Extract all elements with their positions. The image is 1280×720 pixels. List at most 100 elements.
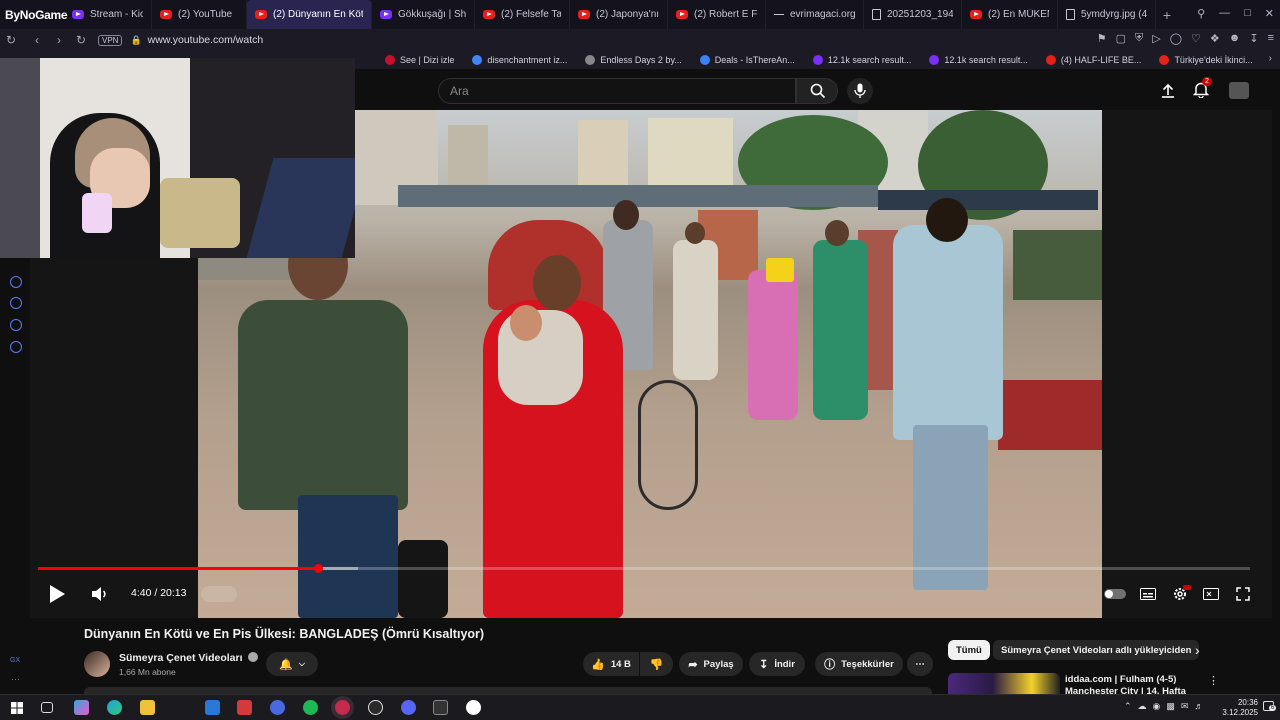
voice-search-button[interactable] bbox=[847, 78, 873, 104]
rail-settings-icon[interactable] bbox=[10, 341, 22, 353]
share-button[interactable]: ➦ Paylaş bbox=[679, 652, 743, 676]
browser-tab[interactable]: (2) YouTube bbox=[152, 0, 247, 29]
recommendation-title-line2[interactable]: Manchester City | 14. Hafta bbox=[1065, 686, 1186, 694]
chips-next-icon[interactable]: › bbox=[1195, 642, 1200, 658]
file-explorer-icon[interactable] bbox=[140, 700, 155, 715]
discord-icon[interactable] bbox=[401, 700, 416, 715]
fullscreen-icon[interactable] bbox=[1236, 587, 1250, 601]
cube-icon[interactable]: ◯ bbox=[1170, 32, 1182, 45]
description-box-edge bbox=[84, 687, 932, 694]
browser-tab[interactable]: evrimagaci.org-p bbox=[766, 0, 864, 29]
browser-tab[interactable]: (2) En MÜKEMME bbox=[962, 0, 1058, 29]
browser-tab[interactable]: 5ymdyrg.jpg (421 bbox=[1058, 0, 1156, 29]
reload-icon[interactable]: ↻ bbox=[70, 33, 92, 47]
task-view-icon[interactable] bbox=[41, 702, 53, 713]
browser-tab[interactable]: (2) Felsefe Tarihi bbox=[475, 0, 570, 29]
subscription-bell-button[interactable]: 🔔 ⌵ bbox=[266, 652, 318, 676]
tab-title: evrimagaci.org-p bbox=[790, 9, 855, 20]
search-tabs-icon[interactable]: ⚲ bbox=[1197, 7, 1205, 20]
extensions-icon[interactable]: ❖ bbox=[1210, 32, 1220, 45]
browser-tab[interactable]: (2) Dünyanın En Kötü bbox=[247, 0, 372, 29]
rail-history-icon[interactable] bbox=[10, 297, 22, 309]
bookmark-item[interactable]: See | Dizi izle bbox=[385, 55, 454, 65]
screenshot-icon[interactable]: ▢ bbox=[1116, 32, 1126, 45]
dislike-button[interactable]: 👎 bbox=[640, 652, 673, 676]
progress-scrubber[interactable] bbox=[313, 564, 323, 573]
download-icon[interactable]: ↧ bbox=[1249, 32, 1258, 45]
play-icon[interactable]: ▷ bbox=[1152, 32, 1160, 45]
play-button[interactable] bbox=[48, 584, 66, 604]
obs-icon[interactable] bbox=[368, 700, 383, 715]
channel-name[interactable]: Sümeyra Çenet Videoları bbox=[119, 652, 259, 664]
vpn-badge[interactable]: VPN bbox=[98, 34, 123, 46]
app-red-icon[interactable] bbox=[237, 700, 252, 715]
mail-icon[interactable] bbox=[205, 700, 220, 715]
url-field[interactable]: www.youtube.com/watch bbox=[148, 34, 264, 46]
browser-tab[interactable]: Gökkuşağı | Shop bbox=[372, 0, 475, 29]
media-player-icon[interactable] bbox=[466, 700, 481, 715]
recommendation-title-line1[interactable]: iddaa.com | Fulham (4-5) bbox=[1065, 674, 1176, 685]
bookmark-item[interactable]: 12.1k search result... bbox=[812, 55, 911, 65]
epic-games-icon[interactable] bbox=[433, 700, 448, 715]
edge-icon[interactable] bbox=[107, 700, 122, 715]
bookmark-favicon bbox=[812, 55, 823, 65]
browser-tab[interactable]: Stream - Kick Dash bbox=[64, 0, 152, 29]
rail-messenger-icon[interactable] bbox=[10, 319, 22, 331]
back-icon[interactable]: ‹ bbox=[26, 33, 48, 47]
maximize-icon[interactable]: □ bbox=[1244, 7, 1251, 20]
minimize-icon[interactable]: — bbox=[1219, 7, 1230, 20]
recommendation-thumbnail[interactable] bbox=[948, 673, 1060, 694]
upload-icon[interactable] bbox=[1160, 82, 1176, 98]
chip-all[interactable]: Tümü bbox=[948, 640, 990, 660]
app-blue-icon[interactable] bbox=[270, 700, 285, 715]
notifications-button[interactable]: 2 bbox=[1192, 77, 1212, 99]
extension-badge-icon[interactable] bbox=[201, 586, 237, 602]
menu-icon[interactable]: ≡ bbox=[1268, 32, 1274, 45]
autoplay-toggle[interactable] bbox=[1104, 589, 1126, 599]
bookmark-item[interactable]: disenchantment iz... bbox=[472, 55, 567, 65]
recommendation-menu-icon[interactable]: ⋮ bbox=[1208, 674, 1219, 687]
system-tray[interactable]: ⌃☁◉▩✉♬ bbox=[1124, 701, 1209, 712]
search-input[interactable]: Ara bbox=[438, 78, 796, 104]
bookmark-item[interactable]: 12.1k search result... bbox=[929, 55, 1028, 65]
chip-channel-uploads[interactable]: Sümeyra Çenet Videoları adlı yükleyicide… bbox=[993, 640, 1200, 660]
more-actions-button[interactable]: ⋯ bbox=[907, 652, 933, 676]
forward-icon[interactable]: › bbox=[48, 33, 70, 47]
rail-more-icon[interactable]: ⋯ bbox=[11, 674, 20, 685]
browser-tab[interactable]: 20251203_19441 bbox=[864, 0, 962, 29]
rail-gx-label[interactable]: GX bbox=[10, 657, 20, 664]
bookmark-item[interactable]: Endless Days 2 by... bbox=[585, 55, 682, 65]
volume-icon[interactable] bbox=[91, 586, 109, 602]
spotify-icon[interactable] bbox=[303, 700, 318, 715]
miniplayer-icon[interactable] bbox=[1203, 588, 1219, 600]
channel-avatar[interactable] bbox=[84, 651, 110, 677]
sync-icon[interactable]: ↻ bbox=[0, 33, 22, 47]
browser-tab[interactable]: (2) Robert E Fulle bbox=[668, 0, 766, 29]
search-button[interactable] bbox=[796, 78, 838, 104]
browser-logo[interactable]: ByNoGame bbox=[0, 0, 68, 29]
progress-bar[interactable] bbox=[38, 564, 1250, 573]
bookmarks-overflow-icon[interactable]: › bbox=[1269, 53, 1272, 64]
account-avatar[interactable] bbox=[1229, 82, 1249, 99]
close-window-icon[interactable]: ✕ bbox=[1265, 7, 1274, 20]
pin-icon[interactable]: ⚑ bbox=[1097, 32, 1107, 45]
rail-home-icon[interactable] bbox=[10, 276, 22, 288]
browser-tab[interactable]: (2) Japonya'nın G bbox=[570, 0, 668, 29]
bookmark-item[interactable]: (4) HALF-LIFE BE... bbox=[1045, 55, 1141, 65]
copilot-icon[interactable] bbox=[74, 700, 89, 715]
opera-gx-icon[interactable] bbox=[335, 700, 350, 715]
new-tab-button[interactable]: + bbox=[1156, 7, 1178, 23]
download-button[interactable]: ↧ İndir bbox=[749, 652, 805, 676]
bookmark-item[interactable]: Deals - IsThereAn... bbox=[699, 55, 795, 65]
shield-icon[interactable]: ⛨ bbox=[1135, 32, 1143, 45]
notification-center-icon[interactable]: 6 bbox=[1263, 701, 1277, 711]
clock[interactable]: 20:36 3.12.2025 bbox=[1222, 698, 1258, 718]
heart-icon[interactable]: ♡ bbox=[1191, 32, 1201, 45]
thanks-button[interactable]: ⓘ Teşekkürler bbox=[815, 652, 903, 676]
subtitles-icon[interactable] bbox=[1140, 588, 1156, 600]
profile-icon[interactable]: ☻ bbox=[1229, 32, 1241, 45]
windows-start-icon[interactable] bbox=[11, 702, 23, 714]
tab-title: (2) YouTube bbox=[178, 9, 233, 20]
bookmark-item[interactable]: Türkiye'deki İkinci... bbox=[1159, 55, 1253, 65]
like-button[interactable]: 👍 14 B bbox=[583, 652, 639, 676]
